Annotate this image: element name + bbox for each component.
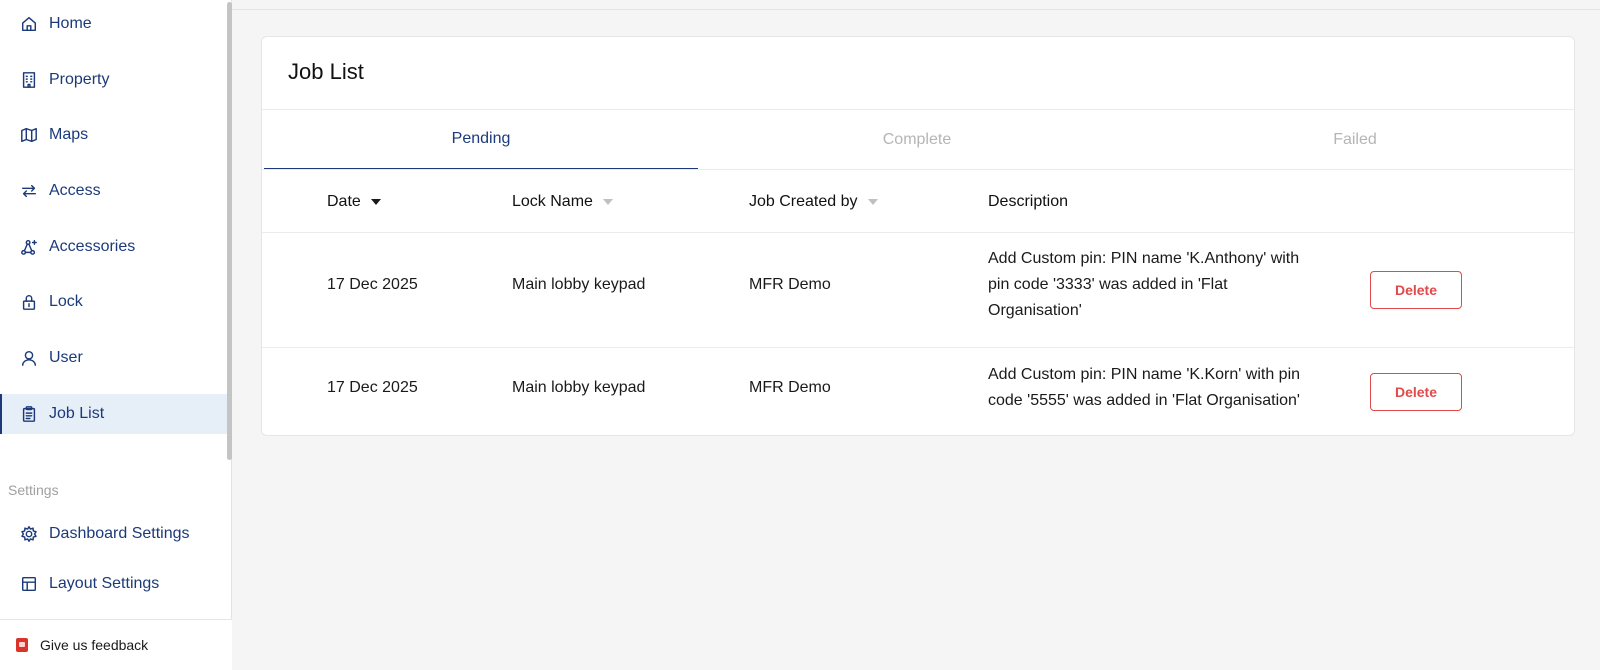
cell-date: 17 Dec 2025 xyxy=(327,276,418,293)
sidebar-item-job-list[interactable]: Job List xyxy=(0,394,227,434)
cell-description: Add Custom pin: PIN name 'K.Anthony' wit… xyxy=(988,246,1348,324)
sort-desc-icon xyxy=(370,199,381,205)
column-header-label: Description xyxy=(988,193,1069,210)
divider xyxy=(262,232,1574,233)
column-header-label: Lock Name xyxy=(512,193,593,210)
sidebar-item-label: Dashboard Settings xyxy=(49,525,190,542)
tab-failed[interactable]: Failed xyxy=(1136,110,1574,170)
delete-button[interactable]: Delete xyxy=(1370,373,1462,411)
column-header-date[interactable]: Date xyxy=(327,187,381,217)
sidebar-item-property[interactable]: Property xyxy=(0,60,227,100)
sidebar-item-label: Accessories xyxy=(49,238,136,255)
sidebar-item-label: Property xyxy=(49,71,110,88)
clipboard-icon xyxy=(19,404,39,424)
description-line: code '5555' was added in 'Flat Organisat… xyxy=(988,392,1300,409)
column-header-lock-name[interactable]: Lock Name xyxy=(512,187,613,217)
column-header-label: Job Created by xyxy=(749,193,858,210)
description-line: Add Custom pin: PIN name 'K.Korn' with p… xyxy=(988,366,1301,383)
tab-pending[interactable]: Pending xyxy=(264,110,698,170)
user-icon xyxy=(19,348,39,368)
job-list-card: Job List Pending Complete Failed Date Lo… xyxy=(261,36,1575,436)
cell-description: Add Custom pin: PIN name 'K.Korn' with p… xyxy=(988,362,1358,414)
top-bar xyxy=(232,0,1600,10)
tab-complete[interactable]: Complete xyxy=(698,110,1136,170)
lock-icon xyxy=(19,292,39,312)
sidebar: Home Property Maps Access Accessories Lo… xyxy=(0,0,232,670)
sidebar-item-label: Access xyxy=(49,182,101,199)
column-header-job-created-by[interactable]: Job Created by xyxy=(749,187,878,217)
status-tabs: Pending Complete Failed xyxy=(264,110,1574,170)
sort-icon xyxy=(867,199,878,205)
sidebar-item-label: Job List xyxy=(49,405,105,422)
cell-created-by: MFR Demo xyxy=(749,379,831,396)
network-icon xyxy=(19,237,39,257)
feedback-icon xyxy=(16,638,28,652)
building-icon xyxy=(19,70,39,90)
delete-button[interactable]: Delete xyxy=(1370,271,1462,309)
sidebar-item-label: Home xyxy=(49,15,92,32)
cell-lock-name: Main lobby keypad xyxy=(512,379,646,396)
layout-icon xyxy=(19,574,39,594)
cell-created-by: MFR Demo xyxy=(749,276,831,293)
sort-icon xyxy=(602,199,613,205)
gear-icon xyxy=(19,524,39,544)
sidebar-item-label: User xyxy=(49,349,83,366)
description-line: Add Custom pin: PIN name 'K.Anthony' wit… xyxy=(988,250,1300,267)
sidebar-item-access[interactable]: Access xyxy=(0,171,227,211)
home-icon xyxy=(19,14,39,34)
sidebar-item-label: Lock xyxy=(49,293,83,310)
feedback-label: Give us feedback xyxy=(40,637,149,653)
description-line: pin code '3333' was added in 'Flat xyxy=(988,276,1228,293)
sidebar-item-maps[interactable]: Maps xyxy=(0,115,227,155)
sidebar-item-accessories[interactable]: Accessories xyxy=(0,227,227,267)
column-header-label: Date xyxy=(327,193,361,210)
settings-section-label: Settings xyxy=(8,482,59,498)
map-icon xyxy=(19,125,39,145)
sidebar-item-home[interactable]: Home xyxy=(0,4,227,44)
sidebar-item-lock[interactable]: Lock xyxy=(0,282,227,322)
sidebar-item-dashboard-settings[interactable]: Dashboard Settings xyxy=(0,514,227,554)
description-line: Organisation' xyxy=(988,302,1082,319)
cell-lock-name: Main lobby keypad xyxy=(512,276,646,293)
sidebar-item-user[interactable]: User xyxy=(0,338,227,378)
feedback-button[interactable]: Give us feedback xyxy=(0,619,232,670)
page-title: Job List xyxy=(288,59,364,84)
divider xyxy=(262,347,1574,348)
divider xyxy=(262,169,1574,170)
arrows-swap-icon xyxy=(19,181,39,201)
column-header-description: Description xyxy=(988,187,1068,217)
sidebar-item-label: Layout Settings xyxy=(49,575,160,592)
sidebar-scrollbar[interactable] xyxy=(227,2,232,460)
sidebar-item-label: Maps xyxy=(49,126,89,143)
cell-date: 17 Dec 2025 xyxy=(327,379,418,396)
sidebar-item-layout-settings[interactable]: Layout Settings xyxy=(0,564,227,604)
